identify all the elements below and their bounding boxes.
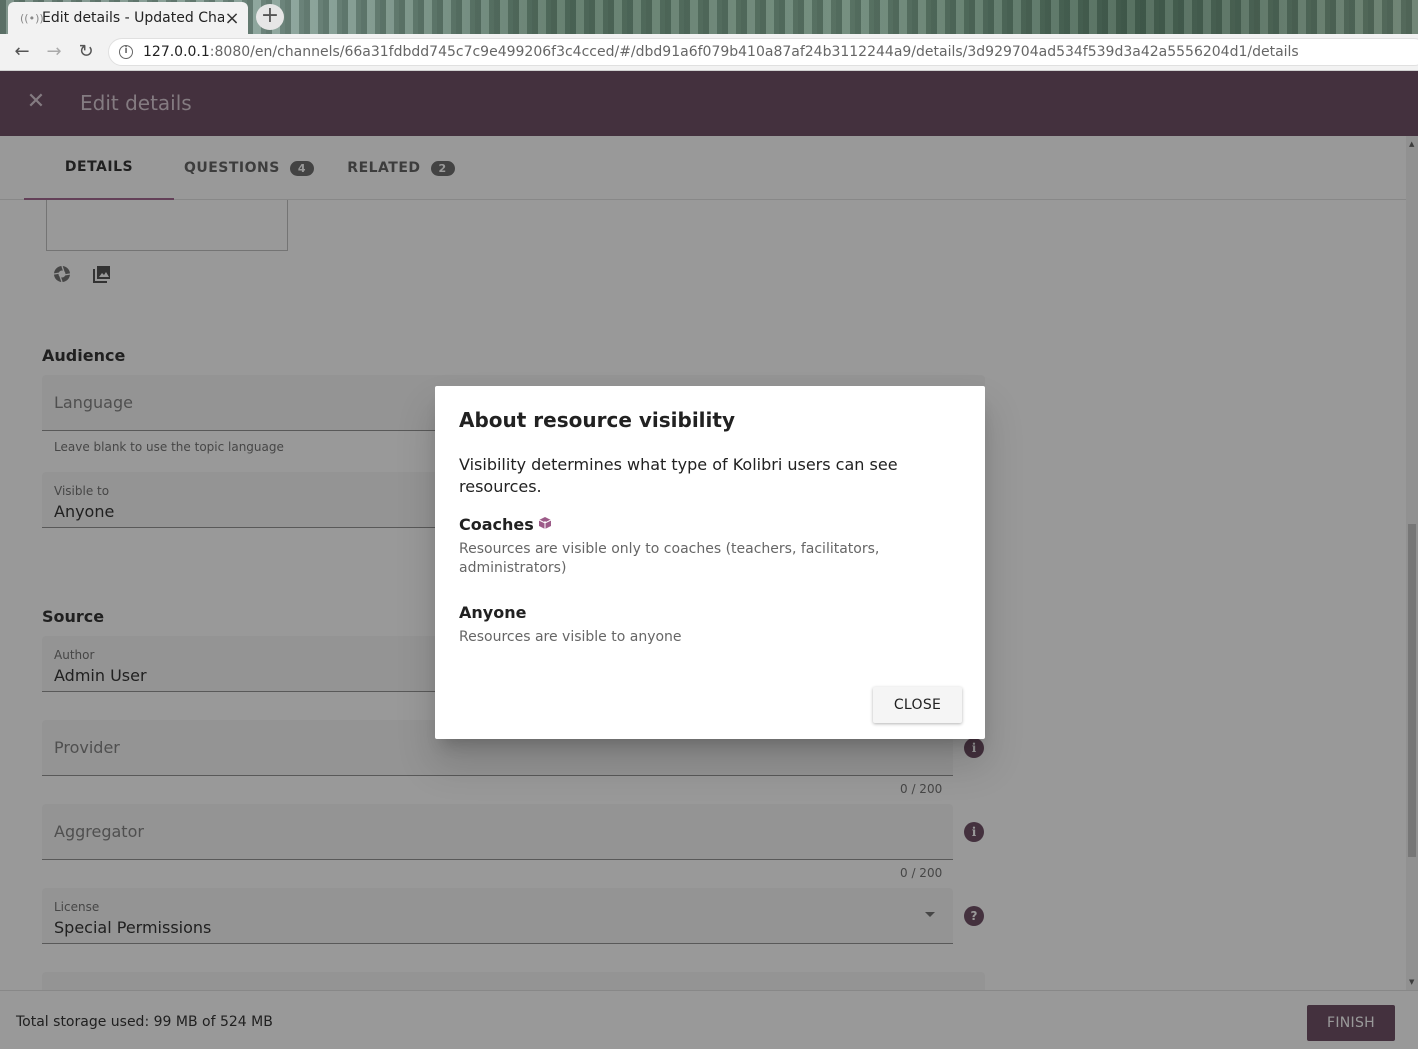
dialog-title: About resource visibility	[459, 408, 735, 432]
close-button[interactable]: CLOSE	[873, 687, 962, 723]
anyone-description: Resources are visible to anyone	[459, 629, 682, 645]
coaches-description: Resources are visible only to coaches (t…	[459, 541, 880, 576]
close-tab-icon[interactable]: ×	[224, 8, 240, 29]
anyone-heading: Anyone	[459, 603, 527, 622]
back-icon[interactable]: ←	[10, 40, 34, 64]
visibility-info-dialog: About resource visibility Visibility det…	[435, 386, 985, 739]
browser-tab[interactable]: ((•)) Edit details - Updated Cha ×	[8, 2, 248, 34]
tab-audio-icon: ((•))	[20, 11, 44, 25]
forward-icon[interactable]: →	[42, 40, 66, 64]
new-tab-button[interactable]: +	[256, 4, 284, 30]
reload-icon[interactable]: ↻	[74, 40, 98, 64]
browser-tabbar: ((•)) Edit details - Updated Cha × +	[0, 0, 1418, 34]
browser-toolbar: ← → ↻ i 127.0.0.1:8080/en/channels/66a31…	[0, 34, 1418, 71]
address-bar[interactable]: i 127.0.0.1:8080/en/channels/66a31fdbdd7…	[108, 38, 1418, 66]
browser-tab-title: Edit details - Updated Cha	[42, 10, 224, 26]
url-path: :8080/en/channels/66a31fdbdd745c7c9e4992…	[209, 44, 1299, 60]
coaches-heading: Coaches	[459, 515, 534, 534]
url-host: 127.0.0.1	[143, 44, 210, 60]
site-info-icon[interactable]: i	[119, 45, 133, 59]
dialog-intro: Visibility determines what type of Kolib…	[459, 455, 898, 496]
coach-icon	[538, 515, 552, 529]
